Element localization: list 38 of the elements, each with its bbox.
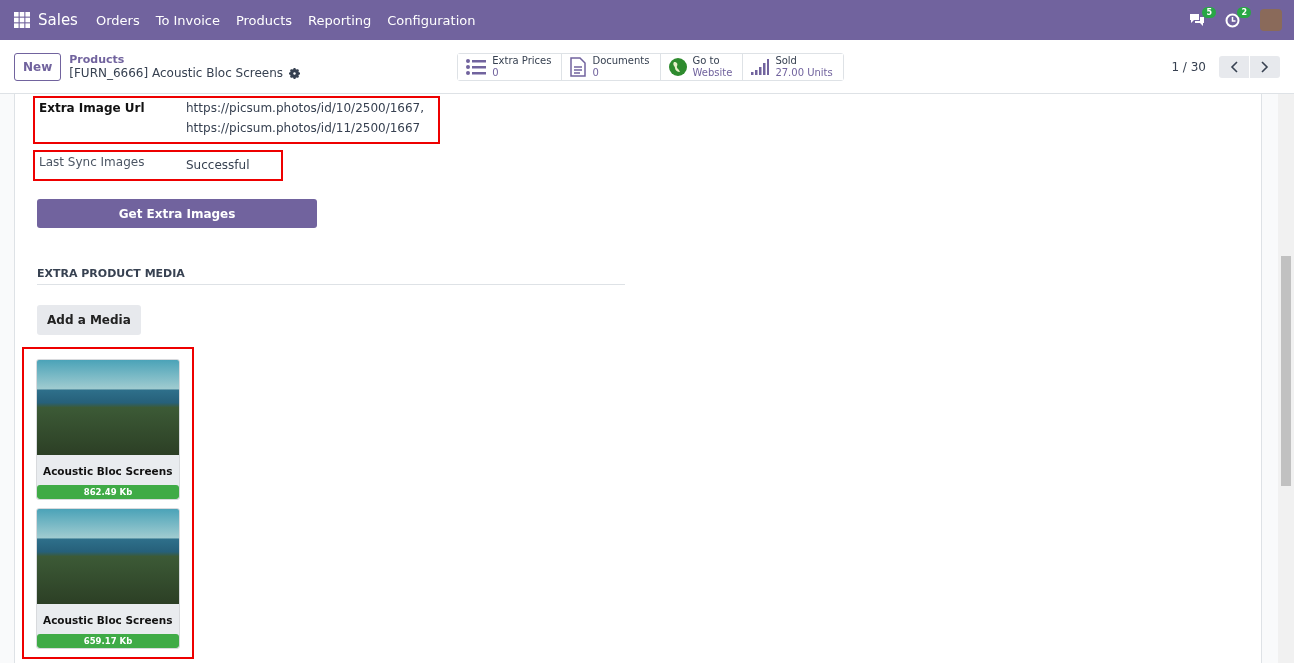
menu-item[interactable]: Products — [227, 12, 301, 28]
bar-chart-icon — [751, 58, 770, 75]
add-media-button[interactable]: Add a Media — [37, 305, 141, 335]
breadcrumb-link[interactable]: Products — [69, 53, 458, 66]
pager-text: 1 / 30 — [1171, 59, 1206, 74]
media-name: Acoustic Bloc Screens — [42, 613, 174, 628]
field-value: Successful — [186, 157, 251, 174]
app-name[interactable]: Sales — [30, 11, 88, 29]
globe-icon — [668, 57, 687, 76]
chat-icon[interactable] — [1189, 13, 1205, 27]
document-icon — [570, 56, 587, 77]
gear-icon[interactable] — [289, 67, 301, 79]
media-card[interactable]: Acoustic Bloc Screens 659.17 Kb — [36, 508, 180, 649]
next-button[interactable] — [1250, 55, 1280, 78]
get-extra-images-button[interactable]: Get Extra Images — [37, 199, 317, 228]
menu-item[interactable]: Reporting — [300, 12, 380, 28]
chevron-right-icon — [1261, 60, 1269, 73]
list-icon — [466, 58, 487, 75]
menu-item[interactable]: Configuration — [379, 12, 484, 28]
file-size-label: 862.49 Kb — [37, 485, 179, 499]
stat-button[interactable]: Sold 27.00 Units — [742, 53, 843, 80]
previous-button[interactable] — [1219, 55, 1249, 78]
section-title: EXTRA PRODUCT MEDIA — [37, 267, 625, 285]
field-value: https://picsum.photos/id/10/2500/1667, https://picsum.photos/id/11/2500/1667 — [186, 100, 426, 137]
file-size-label: 659.17 Kb — [37, 634, 179, 648]
menu-item[interactable]: Orders — [87, 12, 148, 28]
message-count-badge: 5 — [1202, 7, 1216, 18]
clock-icon[interactable] — [1225, 12, 1240, 28]
apps-grid-icon[interactable] — [14, 12, 30, 28]
media-card[interactable]: Acoustic Bloc Screens 862.49 Kb — [36, 359, 180, 500]
record-title: [FURN_6666] Acoustic Bloc Screens — [69, 66, 284, 80]
menu-item[interactable]: To Invoice — [147, 12, 228, 28]
new-button[interactable]: New — [14, 52, 62, 81]
field-label: Extra Image Url — [39, 101, 146, 117]
field-label: Last Sync Images — [39, 155, 146, 171]
activity-count-badge: 2 — [1237, 6, 1251, 18]
chevron-left-icon — [1230, 60, 1238, 73]
media-name: Acoustic Bloc Screens — [42, 464, 174, 479]
